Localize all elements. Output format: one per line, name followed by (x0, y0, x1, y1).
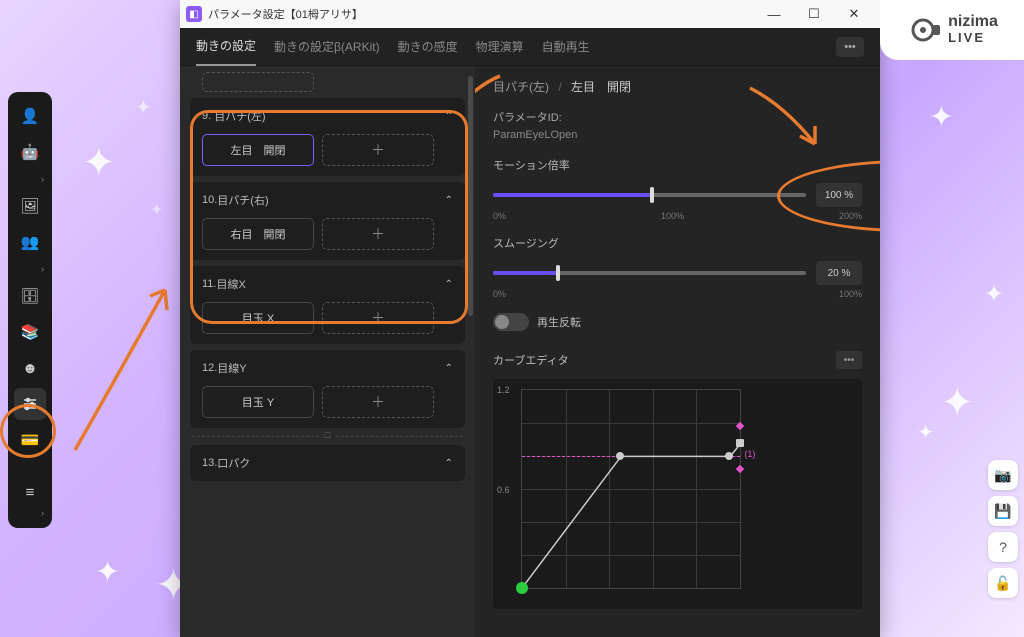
motion-rate-label: モーション倍率 (493, 157, 862, 173)
add-button[interactable]: ＋ (322, 302, 434, 334)
sparkle-decoration: ✦ (984, 280, 1004, 309)
layers-icon[interactable]: 📚 (14, 316, 46, 348)
minimize-button[interactable]: ― (754, 0, 794, 28)
menu-icon[interactable]: ≡ (14, 476, 46, 508)
tab-sensitivity[interactable]: 動きの感度 (398, 28, 458, 65)
people-icon[interactable]: 👥 (14, 226, 46, 258)
more-icon[interactable]: ••• (836, 37, 864, 57)
add-button[interactable]: ＋ (322, 386, 434, 418)
group-mouth: 13.口パク ⌃ (190, 445, 465, 481)
parameter-list-panel: 9. 目パチ(左) ⌃ 左目 開閉 ＋ 10.目パチ(右) ⌃ 右目 開閉 ＋ (180, 66, 475, 637)
sparkle-decoration: ✦ (917, 420, 934, 445)
tab-physics[interactable]: 物理演算 (476, 28, 524, 65)
nizima-icon (910, 14, 942, 46)
annotation-arrow (55, 260, 195, 460)
chevron-right-icon: › (14, 172, 46, 186)
detail-panel: 目パチ(左) / 左目 開閉 パラメータID: ParamEyeLOpen モー… (475, 66, 880, 637)
tab-autoplay[interactable]: 自動再生 (542, 28, 590, 65)
close-button[interactable]: ✕ (834, 0, 874, 28)
reverse-label: 再生反転 (537, 314, 581, 330)
breadcrumb: 目パチ(左) / 左目 開閉 (493, 78, 862, 95)
face-icon[interactable]: ☻ (14, 352, 46, 384)
curve-editor-label: カーブエディタ (493, 352, 569, 368)
right-button-stack: 📷 💾 ? 🔓 (988, 460, 1018, 598)
curve-editor[interactable]: 1.2 0.6 (1) (493, 379, 862, 609)
tab-motion-settings[interactable]: 動きの設定 (196, 27, 256, 66)
curve-point[interactable] (616, 452, 624, 460)
chevron-up-icon: ⌃ (445, 279, 453, 290)
card-icon[interactable]: 💳 (14, 424, 46, 456)
curve-point[interactable] (516, 582, 528, 594)
parameter-settings-window: ◧ パラメータ設定【01栂アリサ】 ― ☐ ✕ 動きの設定 動きの設定β(ARK… (180, 0, 880, 637)
brand-logo: nizima LIVE (880, 0, 1024, 60)
group-header[interactable]: 11.目線X ⌃ (202, 276, 453, 292)
reverse-toggle[interactable] (493, 313, 529, 331)
sparkle-decoration: ✦ (150, 200, 163, 220)
group-header[interactable]: 12.目線Y ⌃ (202, 360, 453, 376)
smoothing-value[interactable]: 20 % (816, 261, 862, 285)
param-id-value: ParamEyeLOpen (493, 129, 862, 141)
param-id-label: パラメータID: (493, 109, 862, 125)
maximize-button[interactable]: ☐ (794, 0, 834, 28)
tab-motion-arkit[interactable]: 動きの設定β(ARKit) (274, 28, 380, 65)
group-eye-blink-right: 10.目パチ(右) ⌃ 右目 開閉 ＋ (190, 182, 465, 260)
curve-point[interactable] (736, 439, 744, 447)
sparkle-decoration: ✦ (940, 380, 974, 426)
group-gaze-y: 12.目線Y ⌃ 目玉 Y ＋ (190, 350, 465, 428)
group-header[interactable]: 9. 目パチ(左) ⌃ (202, 108, 453, 124)
param-item-right-eye[interactable]: 右目 開閉 (202, 218, 314, 250)
param-item-eyeball-y[interactable]: 目玉 Y (202, 386, 314, 418)
sparkle-decoration: ✦ (135, 95, 152, 120)
group-gaze-x: 11.目線X ⌃ 目玉 X ＋ (190, 266, 465, 344)
param-item-eyeball-x[interactable]: 目玉 X (202, 302, 314, 334)
separator (192, 436, 463, 437)
tab-bar: 動きの設定 動きの設定β(ARKit) 動きの感度 物理演算 自動再生 ••• (180, 28, 880, 66)
scrollbar[interactable] (468, 76, 473, 316)
motion-rate-slider[interactable] (493, 185, 806, 205)
smoothing-slider[interactable] (493, 263, 806, 283)
help-icon[interactable]: ? (988, 532, 1018, 562)
group-header[interactable]: 13.口パク ⌃ (202, 455, 453, 471)
titlebar: ◧ パラメータ設定【01栂アリサ】 ― ☐ ✕ (180, 0, 880, 28)
robot-icon[interactable]: 🤖 (14, 136, 46, 168)
camera-icon[interactable]: 📷 (988, 460, 1018, 490)
add-button[interactable]: ＋ (322, 134, 434, 166)
user-icon[interactable]: 👤 (14, 100, 46, 132)
add-button[interactable]: ＋ (322, 218, 434, 250)
group-header[interactable]: 10.目パチ(右) ⌃ (202, 192, 453, 208)
curve-point[interactable] (725, 452, 733, 460)
window-title: パラメータ設定【01栂アリサ】 (208, 6, 363, 22)
sparkle-decoration: ✦ (95, 555, 120, 590)
app-icon: ◧ (186, 6, 202, 22)
chevron-up-icon: ⌃ (445, 363, 453, 374)
more-icon[interactable]: ••• (836, 351, 862, 369)
chevron-right-icon: › (14, 506, 46, 520)
param-item-left-eye[interactable]: 左目 開閉 (202, 134, 314, 166)
placeholder-item (202, 72, 314, 92)
sliders-icon[interactable] (14, 388, 46, 420)
lock-icon[interactable]: 🔓 (988, 568, 1018, 598)
sparkle-decoration: ✦ (82, 140, 116, 186)
group-eye-blink-left: 9. 目パチ(左) ⌃ 左目 開閉 ＋ (190, 98, 465, 176)
chevron-up-icon: ⌃ (445, 458, 453, 469)
image-icon[interactable]: 🖼 (14, 190, 46, 222)
left-toolbar: 👤 🤖 › 🖼 👥 › 🗄 📚 ☻ 💳 ≡ › (8, 92, 52, 528)
archive-icon[interactable]: 🗄 (14, 280, 46, 312)
chevron-right-icon: › (14, 262, 46, 276)
sparkle-decoration: ✦ (929, 100, 954, 135)
motion-rate-value[interactable]: 100 % (816, 183, 862, 207)
chevron-up-icon: ⌃ (445, 111, 453, 122)
save-icon[interactable]: 💾 (988, 496, 1018, 526)
chevron-up-icon: ⌃ (445, 195, 453, 206)
smoothing-label: スムージング (493, 235, 862, 251)
